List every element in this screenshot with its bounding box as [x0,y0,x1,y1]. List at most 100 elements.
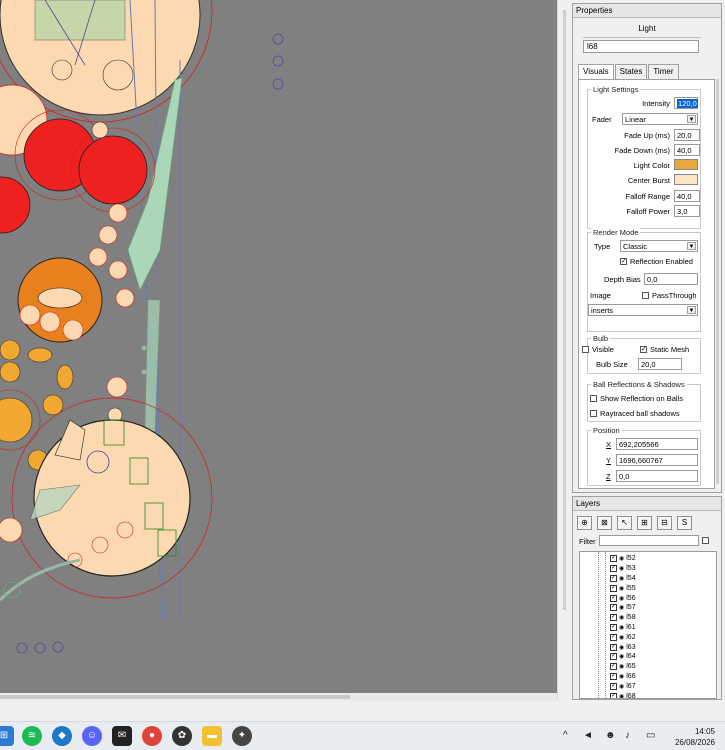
falloff-range-input[interactable]: 40,0 [674,190,700,202]
reflection-enabled-checkbox[interactable]: ✓ [620,258,627,265]
fade-up-input[interactable]: 20,0 [674,129,700,141]
notification-app-icon[interactable]: ✉ [112,726,132,746]
layer-visible-checkbox[interactable]: ✓ [610,692,617,698]
pinball-icon[interactable]: ✦ [232,726,252,746]
filter-input[interactable] [599,535,699,546]
layer-toggle-icon[interactable]: ⊠ [597,516,612,530]
layer-item[interactable]: ✓ ◉ l56 [610,593,636,603]
vertical-scroll-thumb[interactable] [563,10,566,610]
passthrough-checkbox[interactable] [642,292,649,299]
layer-item[interactable]: ✓ ◉ l57 [610,603,636,613]
vertical-scrollbar[interactable] [557,0,571,701]
render-mode-group: Render Mode Type Classic ▼ ✓ Reflection … [587,228,701,332]
sort-button[interactable]: S [677,516,692,530]
chevron-up-icon[interactable]: ^ [563,730,568,741]
display-icon[interactable]: ▭ [646,730,655,741]
clock[interactable]: 14:05 26/08/2026 [675,726,715,748]
horizontal-scrollbar[interactable] [0,693,557,701]
layer-item[interactable]: ✓ ◉ l58 [610,613,636,623]
layer-visible-checkbox[interactable]: ✓ [610,633,617,641]
position-z-input[interactable]: 0,0 [616,470,698,482]
layer-item[interactable]: ✓ ◉ l66 [610,672,636,682]
type-label: Type [594,242,611,251]
layer-visible-checkbox[interactable]: ✓ [610,584,617,592]
chrome-icon[interactable]: ● [142,726,162,746]
playfield-canvas[interactable] [0,0,557,693]
position-x-input[interactable]: 692,205566 [616,438,698,450]
fade-down-input[interactable]: 40,0 [674,144,700,156]
render-type-select[interactable]: Classic ▼ [620,240,698,252]
layer-item[interactable]: ✓ ◉ l53 [610,564,636,574]
tab-states[interactable]: States [614,64,648,79]
center-burst-label: Center Burst [627,176,670,185]
reflection-enabled-label: Reflection Enabled [630,257,693,266]
raytraced-shadows-checkbox[interactable] [590,410,597,417]
tab-timer[interactable]: Timer [648,64,679,79]
layer-item-label: l53 [626,565,636,573]
light-settings-group: Light Settings Intensity 120,0 Fader Lin… [587,85,701,229]
horizontal-scroll-thumb[interactable] [0,695,350,699]
telegram-icon[interactable]: ◄ [583,730,593,741]
layer-item-label: l57 [626,604,636,612]
tree-guide [598,552,599,698]
fade-down-label: Fade Down (ms) [614,146,670,155]
bulb-size-input[interactable]: 20,0 [638,358,682,370]
layer-visible-checkbox[interactable]: ✓ [610,653,617,661]
depth-bias-input[interactable]: 0,0 [644,273,698,285]
layer-visible-checkbox[interactable]: ✓ [610,594,617,602]
passthrough-label: PassThrough [652,291,697,300]
layer-visible-checkbox[interactable]: ✓ [610,643,617,651]
discord-icon[interactable]: ☺ [82,726,102,746]
intensity-value: 120,0 [677,99,698,108]
show-reflection-checkbox[interactable] [590,395,597,402]
layer-item[interactable]: ✓ ◉ l64 [610,652,636,662]
layer-item[interactable]: ✓ ◉ l52 [610,554,636,564]
ball-reflections-label: Ball Reflections & Shadows [591,380,687,389]
layer-visible-checkbox[interactable]: ✓ [610,682,617,690]
shield-icon[interactable]: ◆ [52,726,72,746]
layer-visible-checkbox[interactable]: ✓ [610,614,617,622]
windows-icon[interactable]: ⊞ [0,726,14,746]
visuals-tab-body: Light Settings Intensity 120,0 Fader Lin… [578,79,715,489]
layer-visible-checkbox[interactable]: ✓ [610,574,617,582]
layer-visible-checkbox[interactable]: ✓ [610,555,617,563]
falloff-power-input[interactable]: 3,0 [674,205,700,217]
image-select[interactable]: inserts ▼ [588,304,698,316]
layer-item[interactable]: ✓ ◉ l54 [610,574,636,584]
properties-scrollbar[interactable] [716,79,719,484]
intensity-input[interactable]: 120,0 [674,97,698,109]
visible-checkbox[interactable] [582,346,589,353]
layer-item[interactable]: ✓ ◉ l63 [610,642,636,652]
select-cursor-icon[interactable]: ↖ [617,516,632,530]
layer-visible-checkbox[interactable]: ✓ [610,672,617,680]
folder-icon[interactable]: ▬ [202,726,222,746]
layer-add-icon[interactable]: ⊕ [577,516,592,530]
center-burst-swatch[interactable] [674,174,698,185]
light-color-label: Light Color [633,161,670,170]
position-group: Position X 692,205566 Y 1696,660767 Z 0,… [587,426,701,486]
light-color-swatch[interactable] [674,159,698,170]
expand-icon[interactable]: ⊞ [637,516,652,530]
layer-visible-checkbox[interactable]: ✓ [610,623,617,631]
layer-item[interactable]: ✓ ◉ l55 [610,583,636,593]
layer-item[interactable]: ✓ ◉ l62 [610,632,636,642]
static-mesh-checkbox[interactable]: ✓ [640,346,647,353]
layer-visible-checkbox[interactable]: ✓ [610,565,617,573]
layer-item[interactable]: ✓ ◉ l65 [610,662,636,672]
fader-select[interactable]: Linear ▼ [622,113,698,125]
chevron-down-icon: ▼ [687,306,696,314]
chatgpt-icon[interactable]: ✿ [172,726,192,746]
collapse-icon[interactable]: ⊟ [657,516,672,530]
layer-visible-checkbox[interactable]: ✓ [610,663,617,671]
position-y-input[interactable]: 1696,660767 [616,454,698,466]
layer-item[interactable]: ✓ ◉ l67 [610,681,636,691]
layer-item[interactable]: ✓ ◉ l61 [610,623,636,633]
layer-visible-checkbox[interactable]: ✓ [610,604,617,612]
tab-visuals[interactable]: Visuals [578,64,614,80]
filter-checkbox[interactable] [702,537,709,544]
volume-icon[interactable]: ♪ [625,730,630,741]
object-name-input[interactable]: l68 [583,40,699,53]
discord-tray-icon[interactable]: ☻ [605,730,616,741]
spotify-icon[interactable]: ≋ [22,726,42,746]
layer-item[interactable]: ✓ ◉ l68 [610,691,636,698]
